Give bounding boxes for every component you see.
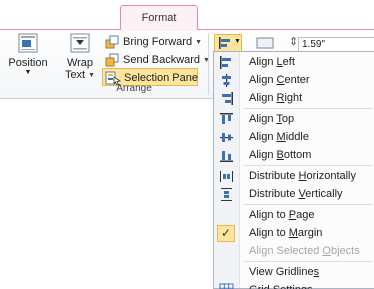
distribute-horizontally-icon [220,171,233,182]
wrap-label-line2: Text ▼ [64,69,96,81]
menu-item-label: Align Middle [249,131,309,143]
position-icon [18,33,38,53]
arrange-group-label: Arrange [116,83,152,94]
align-bottom-icon [220,151,233,162]
menu-item-distribute-horizontally[interactable]: Distribute Horizontally [214,168,374,185]
align-caret-icon: ▼ [234,38,241,45]
menu-item-label: Align Left [249,56,295,68]
menu-item-align-center[interactable]: Align Center [214,72,374,89]
rotate-icon [256,37,274,49]
align-dropdown-button[interactable]: ▼ [214,34,242,52]
position-label: Position [8,57,48,69]
align-menu: Align Left Align Center Align Right Align T… [213,51,374,289]
tab-join [121,29,197,31]
position-button[interactable]: Position ▼ [2,32,54,82]
wrap-text-icon [70,33,90,53]
grid-icon [219,283,234,289]
menu-item-align-bottom[interactable]: Align Bottom [214,147,374,164]
align-right-icon [222,92,233,105]
send-backward-icon [105,53,119,67]
align-left-icon [220,56,231,69]
bring-forward-icon [105,35,119,49]
menu-item-view-gridlines[interactable]: View Gridlines [214,264,374,281]
menu-item-align-to-margin[interactable]: ✓ Align to Margin [214,225,374,242]
tab-format[interactable]: Format [120,5,198,30]
menu-item-label: Align Center [249,74,310,86]
menu-item-label: Align Right [249,92,303,104]
menu-item-label: Align Top [249,113,295,125]
menu-item-label: Grid Settings... [249,282,322,289]
menu-item-align-selected-objects: Align Selected Objects [214,243,374,260]
bring-forward-label: Bring Forward [123,36,193,48]
group-separator [208,33,209,95]
menu-item-align-middle[interactable]: Align Middle [214,129,374,146]
send-backward-label: Send Backward [123,54,201,66]
menu-item-align-left[interactable]: Align Left [214,54,374,71]
menu-item-label: Distribute Horizontally [249,170,357,182]
align-middle-icon [220,133,233,142]
height-icon: ⇕ [289,36,299,48]
align-center-icon [222,74,231,87]
menu-item-label: Align to Page [249,209,315,221]
menu-item-align-right[interactable]: Align Right [214,90,374,107]
send-backward-button[interactable]: Send Backward ▼ [102,51,210,69]
menu-item-label: View Gridlines [249,266,320,278]
menu-separator [244,261,372,262]
menu-item-label: Align to Margin [249,227,323,239]
menu-item-distribute-vertically[interactable]: Distribute Vertically [214,186,374,203]
align-left-icon [219,37,230,49]
distribute-vertically-icon [221,188,232,201]
menu-item-grid-settings[interactable]: Grid Settings... [214,282,374,289]
menu-item-label: Align Bottom [249,149,312,161]
menu-item-label: Align Selected Objects [249,245,360,257]
menu-separator [244,165,372,166]
wrap-text-button[interactable]: Wrap Text ▼ [62,32,98,82]
wrap-label-line1: Wrap [66,57,94,69]
checkmark-icon: ✓ [217,225,235,242]
menu-item-align-to-page[interactable]: Align to Page [214,207,374,224]
menu-separator [244,108,372,109]
align-top-icon [220,113,233,124]
menu-item-align-top[interactable]: Align Top [214,111,374,128]
menu-item-label: Distribute Vertically [249,188,343,200]
position-caret: ▼ [24,69,32,76]
menu-separator [244,204,372,205]
bring-forward-button[interactable]: Bring Forward ▼ [102,33,202,51]
